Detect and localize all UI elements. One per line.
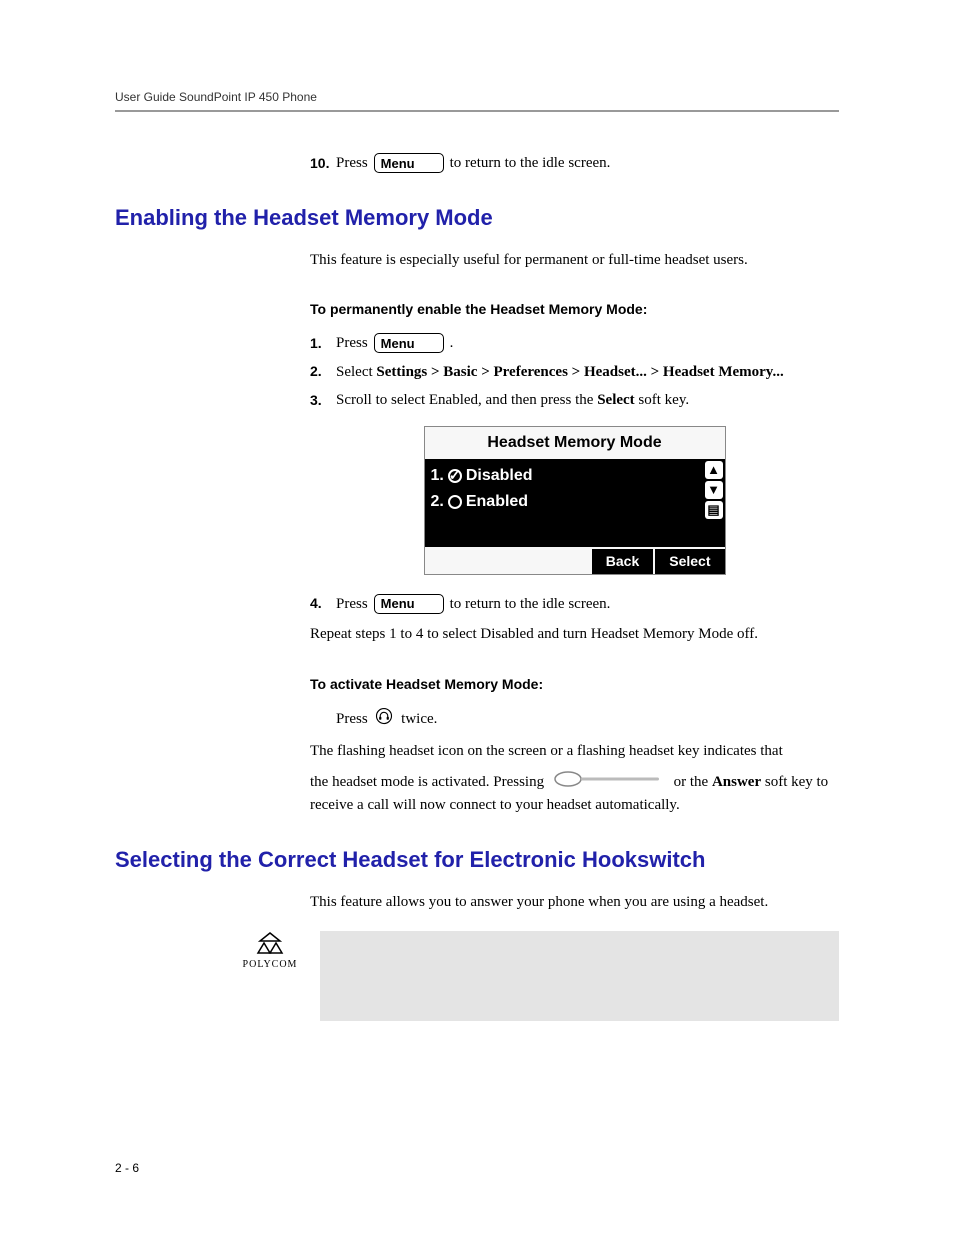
step-prefix: Scroll to select Enabled, and then press… [336,392,597,408]
menu-key-icon: Menu [374,333,444,353]
radio-checked-icon [448,469,462,483]
hookswitch-intro: This feature allows you to answer your p… [310,891,839,914]
scroll-icons: ▲ ▼ ▤ [705,461,723,519]
row-prefix: 1. [431,464,444,488]
activate-press-line: Press twice. [336,707,839,733]
heading-selecting-hookswitch: Selecting the Correct Headset for Electr… [115,847,839,873]
softkey-back: Back [592,547,653,574]
step-text: Press [336,593,368,616]
menu-key-icon: Menu [374,594,444,614]
repeat-note: Repeat steps 1 to 4 to select Disabled a… [310,623,839,646]
subhead-permanently-enable: To permanently enable the Headset Memory… [310,299,839,320]
headset-icon [375,707,393,733]
mode-a: the headset mode is activated. Pressing [310,774,548,790]
step-prefix: Select [336,364,376,380]
screen-title: Headset Memory Mode [425,427,725,459]
press-label: Press [336,711,371,727]
line-key-icon [554,771,664,795]
polycom-logo: POLYCOM [240,931,300,1021]
screen-row-disabled: 1. Disabled [431,463,719,489]
page-icon: ▤ [705,501,723,519]
running-header: User Guide SoundPoint IP 450 Phone [115,90,839,112]
answer-label: Answer [712,774,761,790]
step-1: 1. Press Menu . [310,332,839,355]
step-number: 10. [310,153,336,174]
menu-key-icon: Menu [374,153,444,173]
subhead-activate: To activate Headset Memory Mode: [310,674,839,695]
phone-screen: Headset Memory Mode 1. Disabled 2. Enabl… [424,426,726,575]
step-text: Press [336,332,368,355]
mode-b: or the [674,774,712,790]
step-3: 3. Scroll to select Enabled, and then pr… [310,389,839,412]
step-2: 2. Select Settings > Basic > Preferences… [310,361,839,384]
step-10: 10. Press Menu to return to the idle scr… [310,152,839,175]
heading-enabling-headset-memory: Enabling the Headset Memory Mode [115,205,839,231]
step-number: 2. [310,361,336,382]
row-label: Disabled [466,464,533,488]
step-after: to return to the idle screen. [450,593,611,616]
mode-line: the headset mode is activated. Pressing … [310,771,839,817]
scroll-up-icon: ▲ [705,461,723,479]
step-number: 3. [310,390,336,411]
logo-mark-icon [240,931,300,959]
step-number: 4. [310,593,336,614]
menu-path: Settings > Basic > Preferences > Headset… [376,364,783,380]
row-prefix: 2. [431,490,444,514]
step-after: . [450,332,454,355]
logo-text: POLYCOM [240,959,300,970]
step-text: Press [336,152,368,175]
select-label: Select [597,392,634,408]
page-number: 2 - 6 [115,1161,839,1175]
flash-line: The flashing headset icon on the screen … [310,740,839,763]
step-suffix: soft key. [635,392,689,408]
step-4: 4. Press Menu to return to the idle scre… [310,593,839,616]
note-box [320,931,839,1021]
twice-label: twice. [401,711,437,727]
row-label: Enabled [466,490,528,514]
radio-unchecked-icon [448,495,462,509]
scroll-down-icon: ▼ [705,481,723,499]
softkey-select: Select [655,547,724,574]
intro-para: This feature is especially useful for pe… [310,249,839,272]
step-number: 1. [310,333,336,354]
screen-row-enabled: 2. Enabled [431,489,719,515]
step-after: to return to the idle screen. [450,152,611,175]
